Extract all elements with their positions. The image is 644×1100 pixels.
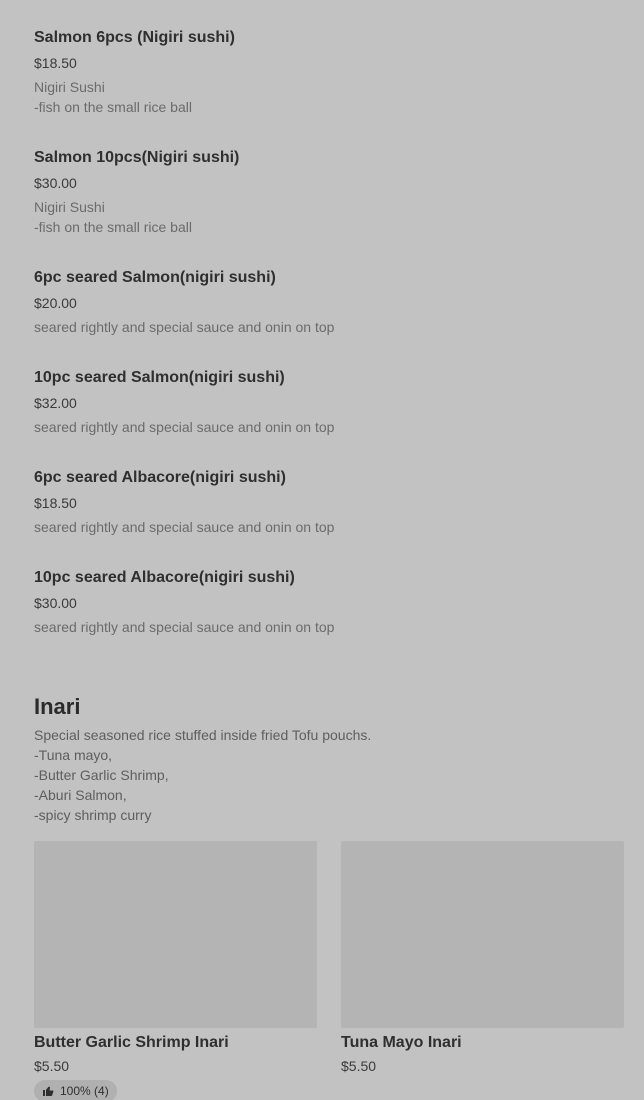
item-description: seared rightly and special sauce and oni…	[34, 319, 335, 335]
item-name: Salmon 10pcs(Nigiri sushi)	[34, 149, 240, 166]
item-description: seared rightly and special sauce and oni…	[34, 419, 335, 435]
menu-item-list: Salmon 6pcs (Nigiri sushi) $18.50 Nigiri…	[34, 28, 624, 668]
food-photo-placeholder[interactable]	[341, 841, 624, 1028]
menu-card[interactable]: Butter Garlic Shrimp Inari $5.50 100% (4…	[34, 841, 317, 1100]
rating-text: 100% (4)	[60, 1084, 109, 1098]
inari-section: Inari Special seasoned rice stuffed insi…	[34, 692, 624, 825]
menu-item[interactable]: 10pc seared Albacore(nigiri sushi) $30.0…	[34, 568, 624, 668]
item-name: 6pc seared Albacore(nigiri sushi)	[34, 469, 286, 486]
food-photo-placeholder[interactable]	[34, 841, 317, 1028]
item-price: $18.50	[34, 495, 77, 511]
menu-item[interactable]: 10pc seared Salmon(nigiri sushi) $32.00 …	[34, 368, 624, 468]
thumbs-up-icon	[42, 1085, 54, 1097]
item-description: seared rightly and special sauce and oni…	[34, 519, 335, 535]
item-name: 6pc seared Salmon(nigiri sushi)	[34, 269, 276, 286]
item-name: 10pc seared Albacore(nigiri sushi)	[34, 569, 295, 586]
card-price: $5.50	[34, 1058, 70, 1074]
card-name: Butter Garlic Shrimp Inari	[34, 1034, 229, 1051]
item-description: Nigiri Sushi -fish on the small rice bal…	[34, 79, 192, 115]
item-price: $30.00	[34, 595, 77, 611]
item-description: Nigiri Sushi -fish on the small rice bal…	[34, 199, 192, 235]
menu-item[interactable]: Salmon 6pcs (Nigiri sushi) $18.50 Nigiri…	[34, 28, 624, 148]
item-name: Salmon 6pcs (Nigiri sushi)	[34, 29, 235, 46]
menu-item[interactable]: 6pc seared Salmon(nigiri sushi) $20.00 s…	[34, 268, 624, 368]
card-price: $5.50	[341, 1058, 377, 1074]
menu-item[interactable]: Salmon 10pcs(Nigiri sushi) $30.00 Nigiri…	[34, 148, 624, 268]
item-name: 10pc seared Salmon(nigiri sushi)	[34, 369, 285, 386]
menu-item[interactable]: 6pc seared Albacore(nigiri sushi) $18.50…	[34, 468, 624, 568]
item-price: $30.00	[34, 175, 77, 191]
item-price: $32.00	[34, 395, 77, 411]
section-title: Inari	[34, 694, 81, 719]
item-price: $20.00	[34, 295, 77, 311]
rating-badge: 100% (4)	[34, 1080, 117, 1100]
menu-card[interactable]: Tuna Mayo Inari $5.50	[341, 841, 624, 1076]
section-description: Special seasoned rice stuffed inside fri…	[34, 727, 372, 823]
item-description: seared rightly and special sauce and oni…	[34, 619, 335, 635]
card-name: Tuna Mayo Inari	[341, 1034, 462, 1051]
item-price: $18.50	[34, 55, 77, 71]
